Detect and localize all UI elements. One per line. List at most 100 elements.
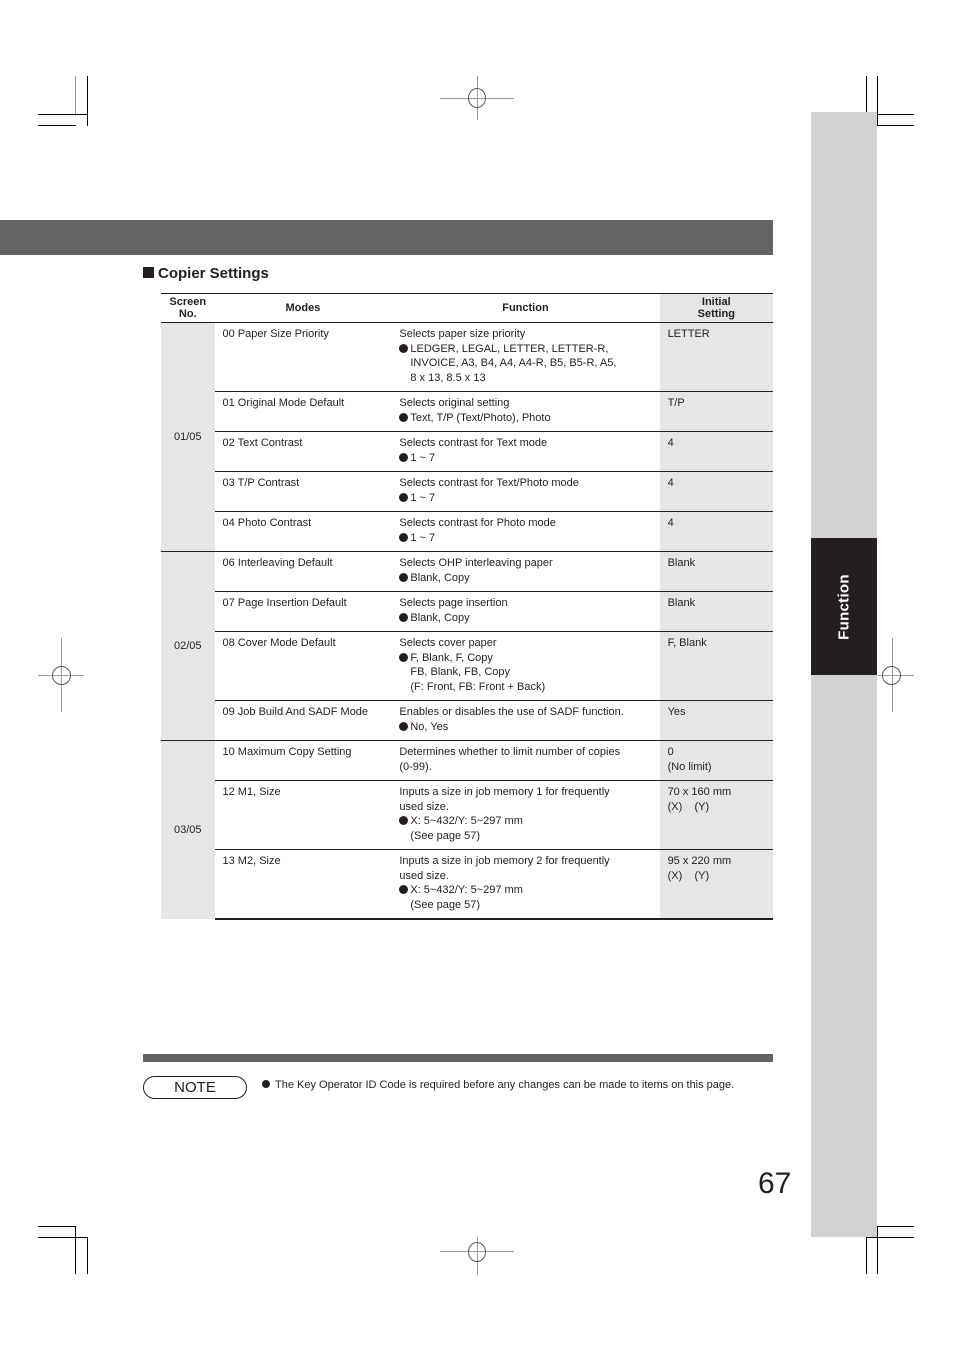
initial-setting-line: Blank	[667, 597, 696, 609]
initial-setting-line: 95 x 220 mm	[667, 855, 732, 867]
function-cell: Selects cover paper F, Blank, F, Copy FB, …	[391, 631, 660, 701]
table-row: 07 Page Insertion Default Selects page in…	[161, 591, 773, 632]
initial-setting-line: Yes	[667, 706, 686, 718]
function-description-line: Determines whether to limit number of co…	[399, 746, 621, 758]
function-cell: Selects paper size priority LEDGER, LEGAL…	[391, 323, 659, 392]
table-row: 04 Photo Contrast Selects contrast for Ph…	[161, 511, 773, 552]
initial-setting-line: LETTER	[667, 328, 710, 340]
mode-cell: 02 Text Contrast	[214, 431, 392, 472]
initial-setting-cell: 70 x 160 mm (X) (Y)	[659, 780, 773, 850]
function-description-line: Selects contrast for Text/Photo mode	[399, 477, 579, 489]
bullet-icon	[399, 532, 409, 542]
table-row: 01 Original Mode Default Selects original…	[161, 391, 773, 432]
header-band	[0, 220, 773, 255]
option-line: 1 ~ 7	[399, 451, 651, 466]
option-text: (See page 57)	[410, 829, 481, 842]
note-badge: NOTE	[143, 1076, 247, 1099]
mode-cell: 12 M1, Size	[214, 780, 392, 850]
initial-setting-cell: LETTER	[659, 322, 773, 392]
crop-mark	[75, 76, 76, 116]
table-row: 12 M1, Size Inputs a size in job memory 1…	[161, 780, 773, 850]
function-description-line: Selects paper size priority	[399, 328, 526, 340]
side-tab-label: Function	[835, 573, 853, 640]
mode-cell: 08 Cover Mode Default	[214, 631, 392, 701]
crop-mark	[38, 1226, 76, 1227]
crop-mark	[38, 114, 88, 115]
function-description-line: Selects cover paper	[399, 637, 497, 649]
table-header-row: Screen No. Modes Function Initial Settin…	[161, 293, 773, 323]
function-cell: Determines whether to limit number of co…	[391, 740, 660, 781]
function-cell: Inputs a size in job memory 2 for freque…	[391, 849, 660, 920]
side-tab-function[interactable]: Function	[811, 538, 877, 675]
crop-mark	[38, 1237, 88, 1238]
initial-setting-line: (No limit)	[667, 760, 712, 773]
header-function: Function	[391, 293, 660, 323]
table-row: 03/05 10 Maximum Copy Setting Determines w…	[161, 740, 773, 919]
registration-circle	[52, 666, 71, 685]
table-row: 02 Text Contrast Selects contrast for Tex…	[161, 431, 773, 472]
mode-cell: 01 Original Mode Default	[214, 391, 392, 432]
function-cell: Inputs a size in job memory 1 for freque…	[391, 780, 660, 850]
page-number: 67	[758, 1167, 792, 1200]
initial-setting-cell: 4	[659, 511, 773, 552]
mode-cell: 06 Interleaving Default	[214, 551, 392, 592]
option-text: Text, T/P (Text/Photo), Photo	[410, 411, 551, 424]
option-text: FB, Blank, FB, Copy	[410, 666, 511, 678]
mode-cell: 03 T/P Contrast	[214, 471, 392, 512]
option-line: 8 x 13, 8.5 x 13	[399, 371, 651, 386]
crop-mark	[87, 76, 88, 126]
function-cell: Selects contrast for Photo mode 1 ~ 7	[391, 511, 660, 552]
function-description-line: Enables or disables the use of SADF func…	[399, 706, 624, 718]
mode-cell: 00 Paper Size Priority	[222, 328, 329, 340]
function-description-line: used size.	[399, 869, 449, 882]
function-cell: Selects contrast for Text mode 1 ~ 7	[391, 431, 660, 472]
initial-setting-cell: Blank	[659, 591, 773, 632]
copier-settings-table: Screen No. Modes Function Initial Settin…	[161, 293, 773, 920]
mode-cell: 07 Page Insertion Default	[214, 591, 392, 632]
initial-setting-cell: Yes	[659, 700, 773, 741]
bullet-icon	[399, 572, 409, 582]
option-line: 1 ~ 7	[399, 491, 651, 506]
initial-setting-line: F, Blank	[667, 637, 707, 649]
function-description-line: Selects original setting	[399, 397, 510, 409]
option-line: INVOICE, A3, B4, A4, A4-R, B5, B5-R, A5,	[399, 356, 651, 371]
function-description-line: Selects OHP interleaving paper	[399, 557, 553, 569]
function-description-line: (0-99).	[399, 760, 432, 773]
crop-mark	[866, 1237, 867, 1274]
table-row: 09 Job Build And SADF Mode Enables or dis…	[161, 700, 773, 741]
mode-cell: 13 M2, Size	[214, 849, 392, 920]
option-line: X: 5~432/Y: 5~297 mm	[399, 814, 651, 829]
bullet-icon	[399, 452, 409, 462]
section-title-text: Copier Settings	[158, 265, 269, 282]
option-text: Blank, Copy	[410, 611, 470, 624]
note-text: The Key Operator ID Code is required bef…	[262, 1078, 734, 1092]
screen-number-cell: 02/05	[161, 551, 215, 741]
bullet-icon	[399, 885, 409, 894]
function-cell: Selects original setting Text, T/P (Text/…	[391, 391, 660, 432]
option-line: 1 ~ 7	[399, 531, 651, 546]
option-text: 8 x 13, 8.5 x 13	[410, 371, 486, 384]
initial-setting-cell: 4	[659, 471, 773, 512]
option-text: Blank, Copy	[410, 571, 470, 584]
screen-number-cell: 01/05	[161, 322, 215, 552]
mode-cell: 10 Maximum Copy Setting	[214, 740, 392, 781]
initial-setting-line: 4	[667, 517, 674, 529]
initial-setting-line: 4	[667, 437, 674, 449]
option-text: 1 ~ 7	[410, 451, 436, 464]
option-line: (F: Front, FB: Front + Back)	[399, 680, 651, 695]
initial-setting-line: 0	[667, 746, 674, 758]
initial-setting-line: 70 x 160 mm	[667, 786, 732, 798]
crop-mark	[877, 1226, 878, 1274]
option-text: X: 5~432/Y: 5~297 mm	[410, 815, 523, 827]
table-row: 03 T/P Contrast Selects contrast for Text…	[161, 471, 773, 512]
function-cell: Selects page insertion Blank, Copy	[391, 591, 660, 632]
crop-mark	[877, 76, 878, 126]
registration-circle	[882, 666, 901, 685]
function-description-line: Inputs a size in job memory 2 for freque…	[399, 855, 610, 867]
mode-cell: 09 Job Build And SADF Mode	[214, 700, 392, 741]
option-text: LEDGER, LEGAL, LETTER, LETTER-R,	[410, 342, 609, 355]
option-text: F, Blank, F, Copy	[410, 651, 493, 664]
bullet-icon	[399, 612, 409, 622]
option-line: X: 5~432/Y: 5~297 mm	[399, 883, 651, 898]
option-text: (F: Front, FB: Front + Back)	[410, 680, 546, 693]
